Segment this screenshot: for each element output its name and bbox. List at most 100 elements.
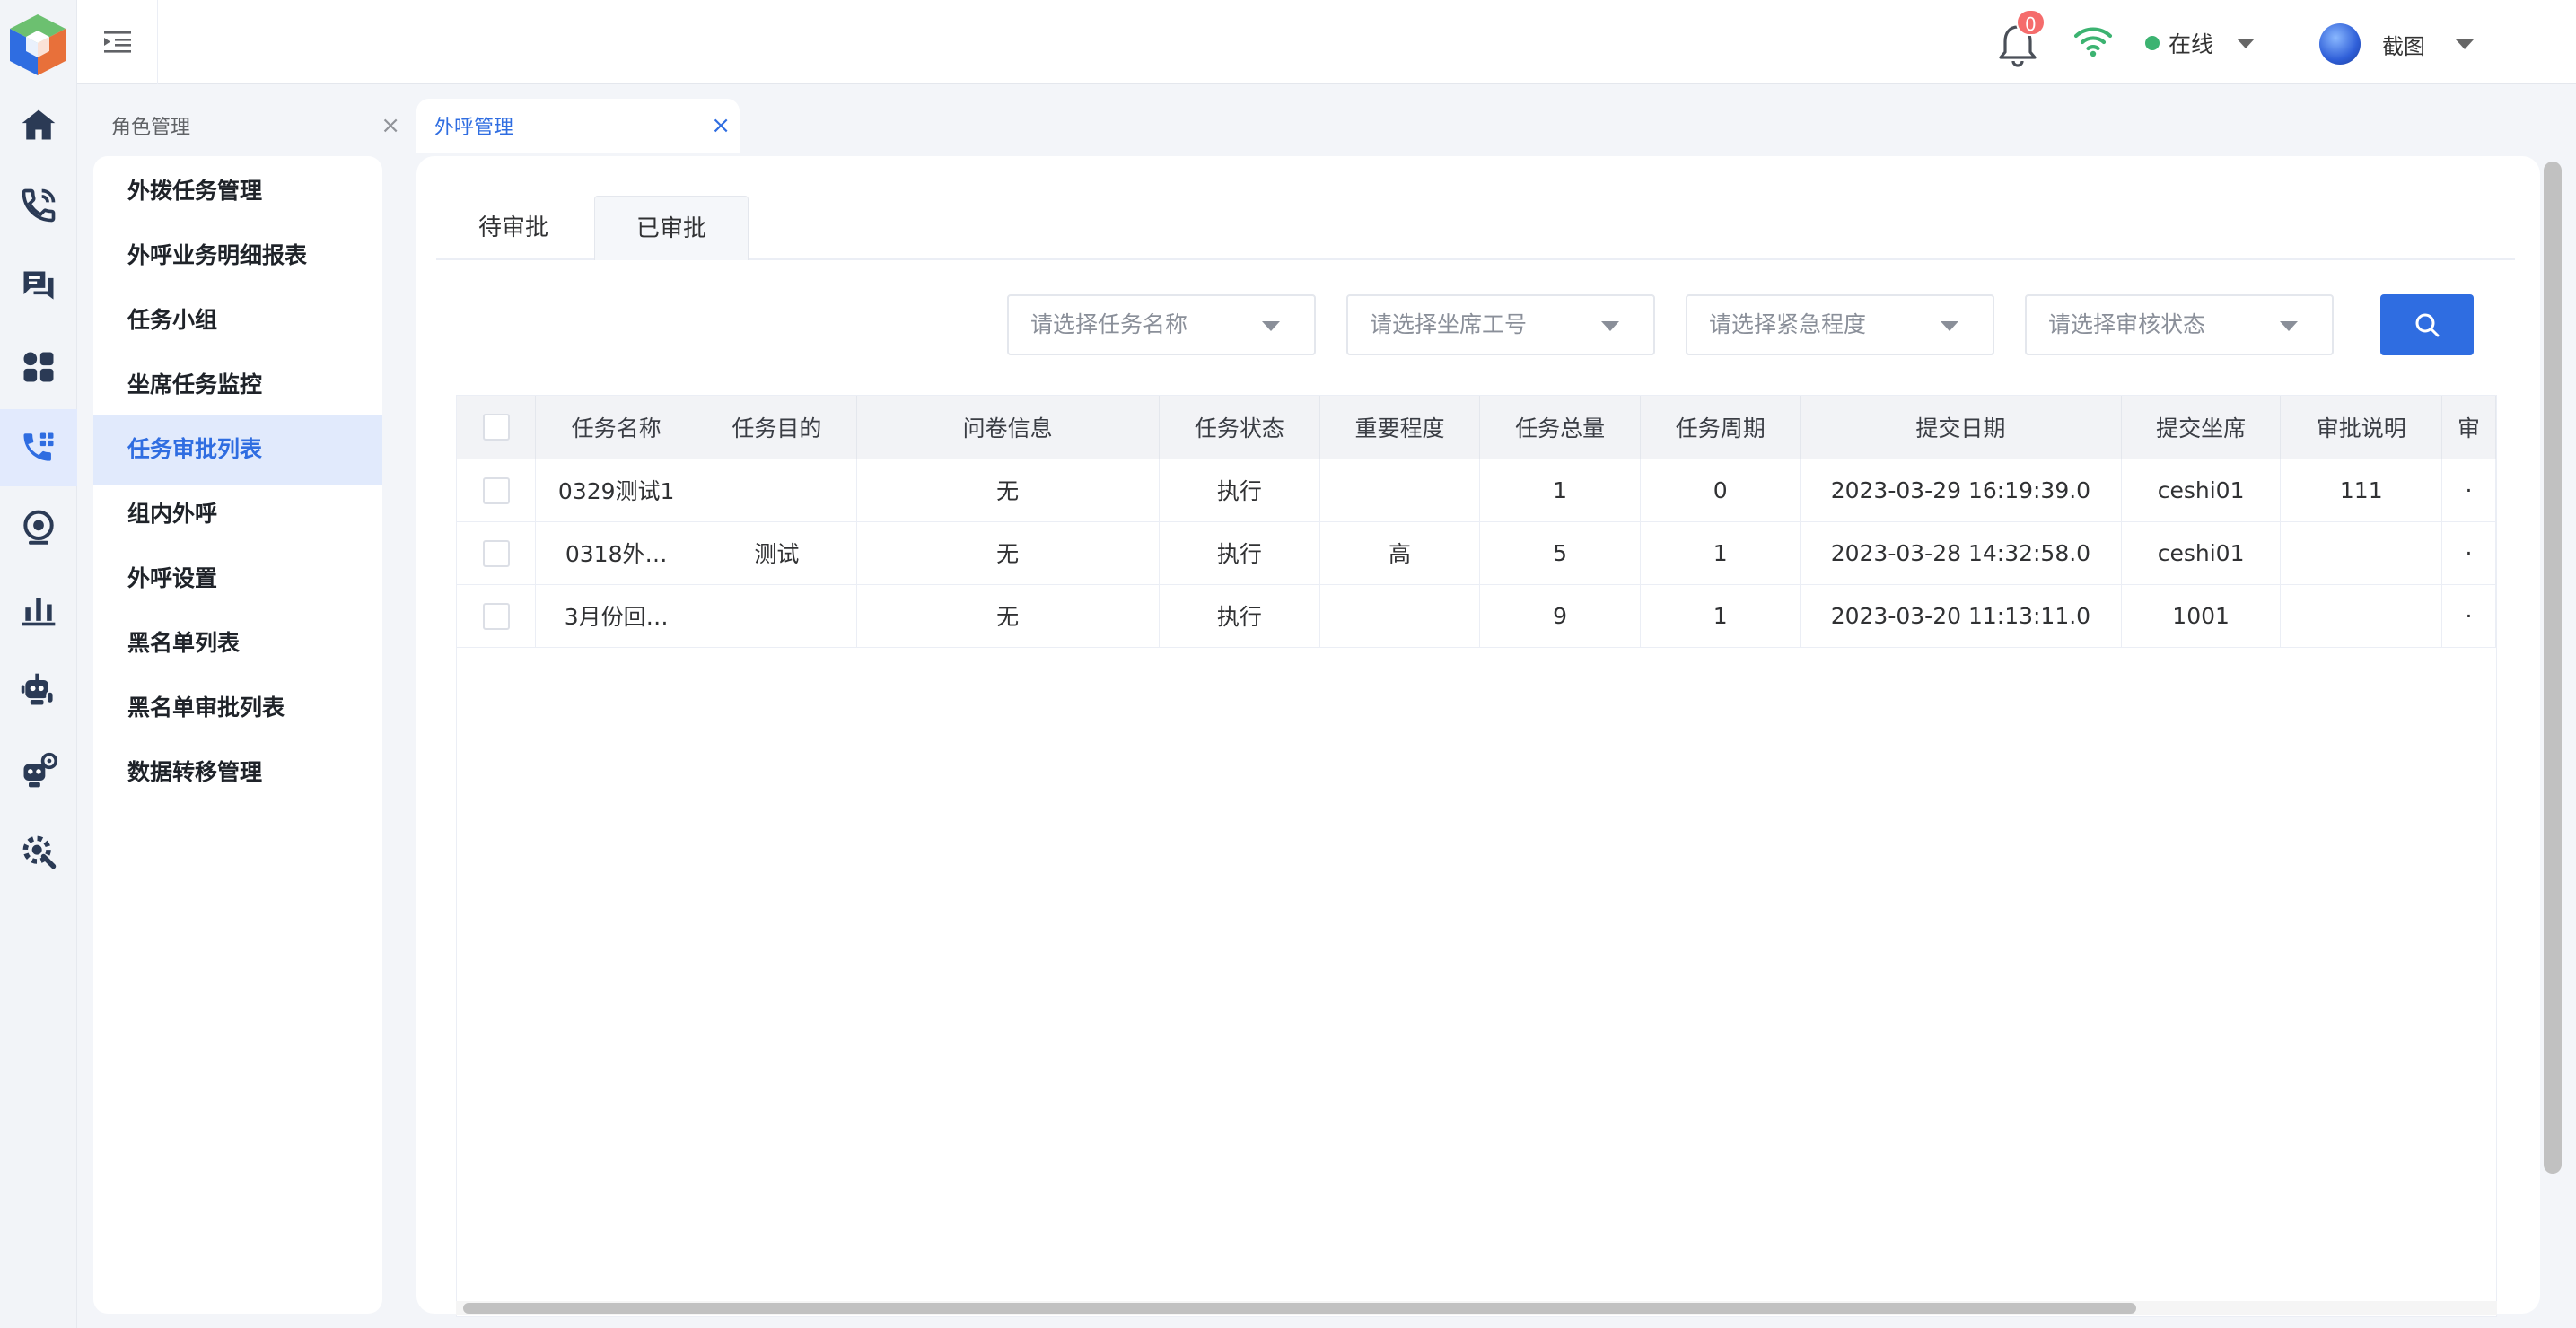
tab-role-management[interactable]: 角色管理 × bbox=[93, 99, 409, 153]
horizontal-scrollbar[interactable] bbox=[463, 1303, 2136, 1314]
table-cell bbox=[697, 584, 857, 648]
phone-grid-icon bbox=[23, 432, 54, 461]
table-cell: 3月份回… bbox=[535, 584, 698, 648]
table-cell: 执行 bbox=[1159, 521, 1321, 585]
column-header: 任务名称 bbox=[535, 396, 698, 459]
rail-messages[interactable] bbox=[0, 248, 77, 325]
select-placeholder: 请选择审核状态 bbox=[2048, 311, 2206, 337]
rail-robot-settings[interactable] bbox=[0, 732, 77, 809]
select-placeholder: 请选择坐席工号 bbox=[1370, 311, 1528, 337]
table-cell: 执行 bbox=[1159, 459, 1321, 522]
submenu-item-agent-task-monitor[interactable]: 坐席任务监控 bbox=[93, 350, 382, 420]
online-status-dot bbox=[2145, 36, 2160, 50]
task-name-select[interactable]: 请选择任务名称 bbox=[1007, 294, 1316, 355]
row-checkbox[interactable] bbox=[482, 476, 510, 504]
tab-approved[interactable]: 已审批 bbox=[594, 196, 749, 260]
tab-outbound-management[interactable]: 外呼管理 × bbox=[416, 99, 740, 153]
bar-chart-icon bbox=[22, 598, 56, 626]
rail-reports[interactable] bbox=[0, 571, 77, 648]
user-menu[interactable]: 截图 bbox=[2319, 23, 2474, 65]
select-all-cell bbox=[457, 396, 537, 459]
approval-tabs: 待审批 已审批 bbox=[436, 196, 2515, 260]
rail-home[interactable] bbox=[0, 86, 77, 163]
column-header: 任务周期 bbox=[1640, 396, 1801, 459]
caret-down-icon bbox=[2456, 39, 2474, 49]
tab-label: 角色管理 bbox=[111, 117, 191, 139]
submenu-item-blacklist[interactable]: 黑名单列表 bbox=[93, 608, 382, 678]
rail-outbound-calls[interactable] bbox=[0, 167, 77, 244]
submenu-item-outbound-task-management[interactable]: 外拨任务管理 bbox=[93, 156, 382, 226]
app-logo[interactable] bbox=[8, 13, 67, 77]
robot-settings-icon bbox=[23, 752, 58, 788]
row-select-cell bbox=[457, 521, 537, 585]
select-all-checkbox[interactable] bbox=[482, 414, 510, 441]
table-header-row: 任务名称 任务目的 问卷信息 任务状态 重要程度 任务总量 任务周期 提交日期 … bbox=[457, 396, 2496, 459]
caret-down-icon bbox=[1941, 321, 1958, 331]
close-icon[interactable]: × bbox=[381, 114, 400, 137]
table-cell: · bbox=[2441, 584, 2496, 648]
rail-monitor[interactable] bbox=[0, 490, 77, 567]
select-placeholder: 请选择任务名称 bbox=[1030, 311, 1188, 337]
rail-apps[interactable] bbox=[0, 328, 77, 406]
submenu-item-outbound-settings[interactable]: 外呼设置 bbox=[93, 544, 382, 614]
column-header: 任务总量 bbox=[1479, 396, 1642, 459]
notification-count-badge: 0 bbox=[2016, 9, 2046, 36]
table-cell: ceshi01 bbox=[2121, 521, 2282, 585]
table-cell: 1 bbox=[1479, 459, 1642, 522]
column-header: 任务状态 bbox=[1159, 396, 1321, 459]
row-checkbox[interactable] bbox=[482, 539, 510, 567]
table-cell: 无 bbox=[856, 584, 1160, 648]
table-cell: · bbox=[2441, 521, 2496, 585]
column-header: 任务目的 bbox=[697, 396, 857, 459]
submenu-item-group-outbound[interactable]: 组内外呼 bbox=[93, 479, 382, 549]
rail-voice-robot[interactable] bbox=[0, 651, 77, 729]
online-status-dropdown[interactable]: 在线 bbox=[2145, 27, 2256, 59]
tab-pending-approval[interactable]: 待审批 bbox=[436, 196, 591, 260]
review-status-select[interactable]: 请选择审核状态 bbox=[2025, 294, 2334, 355]
row-select-cell bbox=[457, 459, 537, 522]
table-cell bbox=[2280, 521, 2443, 585]
search-button[interactable] bbox=[2380, 294, 2474, 355]
table-row[interactable]: 0318外… 测试 无 执行 高 5 1 2023-03-28 14:32:58… bbox=[457, 521, 2496, 585]
rail-system-tools[interactable] bbox=[0, 813, 77, 890]
select-placeholder: 请选择紧急程度 bbox=[1709, 311, 1867, 337]
table-cell: 0329测试1 bbox=[535, 459, 698, 522]
submenu-item-blacklist-approval[interactable]: 黑名单审批列表 bbox=[93, 673, 382, 743]
table-cell bbox=[1319, 584, 1480, 648]
collapse-sidebar-button[interactable] bbox=[77, 0, 158, 84]
submenu-item-task-group[interactable]: 任务小组 bbox=[93, 285, 382, 355]
table-cell: 执行 bbox=[1159, 584, 1321, 648]
search-icon bbox=[2415, 313, 2440, 337]
table-cell: 测试 bbox=[697, 521, 857, 585]
rail-outbound-management[interactable] bbox=[0, 409, 77, 486]
table-row[interactable]: 0329测试1 无 执行 1 0 2023-03-29 16:19:39.0 c… bbox=[457, 459, 2496, 522]
agent-id-select[interactable]: 请选择坐席工号 bbox=[1346, 294, 1655, 355]
column-header: 重要程度 bbox=[1319, 396, 1480, 459]
submenu-item-data-transfer[interactable]: 数据转移管理 bbox=[93, 738, 382, 808]
urgency-select[interactable]: 请选择紧急程度 bbox=[1686, 294, 1994, 355]
table-cell: 1 bbox=[1640, 521, 1801, 585]
table-cell: · bbox=[2441, 459, 2496, 522]
submenu: 外拨任务管理 外呼业务明细报表 任务小组 坐席任务监控 任务审批列表 组内外呼 … bbox=[93, 156, 382, 1314]
table-cell: 0318外… bbox=[535, 521, 698, 585]
table-cell: 2023-03-20 11:13:11.0 bbox=[1800, 584, 2122, 648]
wifi-icon bbox=[2073, 27, 2113, 57]
close-icon[interactable]: × bbox=[711, 114, 731, 137]
caret-down-icon bbox=[1601, 321, 1619, 331]
table-cell: 2023-03-29 16:19:39.0 bbox=[1800, 459, 2122, 522]
home-icon bbox=[22, 109, 56, 140]
row-select-cell bbox=[457, 584, 537, 648]
row-checkbox[interactable] bbox=[482, 602, 510, 630]
column-header: 审批说明 bbox=[2280, 396, 2443, 459]
table-cell: 2023-03-28 14:32:58.0 bbox=[1800, 521, 2122, 585]
table-cell: 高 bbox=[1319, 521, 1480, 585]
submenu-item-task-approval-list[interactable]: 任务审批列表 bbox=[93, 415, 382, 485]
phone-call-icon bbox=[22, 188, 56, 223]
vertical-scrollbar[interactable] bbox=[2544, 162, 2562, 1174]
caret-down-icon bbox=[2280, 321, 2298, 331]
table-row[interactable]: 3月份回… 无 执行 9 1 2023-03-20 11:13:11.0 100… bbox=[457, 584, 2496, 648]
webcam-icon bbox=[23, 510, 54, 545]
column-header: 提交坐席 bbox=[2121, 396, 2282, 459]
table-cell: 0 bbox=[1640, 459, 1801, 522]
submenu-item-outbound-detail-report[interactable]: 外呼业务明细报表 bbox=[93, 221, 382, 291]
